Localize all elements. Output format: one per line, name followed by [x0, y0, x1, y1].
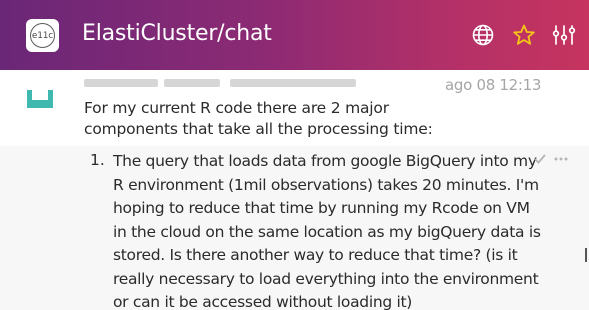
- scrollbar[interactable]: [585, 248, 587, 262]
- star-icon[interactable]: [512, 23, 536, 47]
- room-header: e11c ElastiCluster/chat: [0, 0, 589, 70]
- message-text: For my current R code there are 2 major …: [84, 99, 433, 138]
- list-item-number: 1.: [90, 151, 105, 169]
- list-item-text: The query that loads data from google Bi…: [113, 152, 541, 310]
- more-options-icon[interactable]: [553, 151, 569, 161]
- user-avatar[interactable]: [27, 86, 53, 112]
- room-avatar-text: e11c: [30, 23, 55, 48]
- settings-sliders-icon[interactable]: [552, 23, 576, 47]
- room-title[interactable]: ElastiCluster/chat: [82, 21, 272, 46]
- read-check-icon: [534, 152, 546, 164]
- globe-icon[interactable]: [471, 23, 495, 47]
- room-avatar[interactable]: e11c: [26, 19, 59, 52]
- message-timestamp[interactable]: ago 08 12:13: [445, 76, 541, 94]
- sender-name-redacted[interactable]: [84, 76, 356, 90]
